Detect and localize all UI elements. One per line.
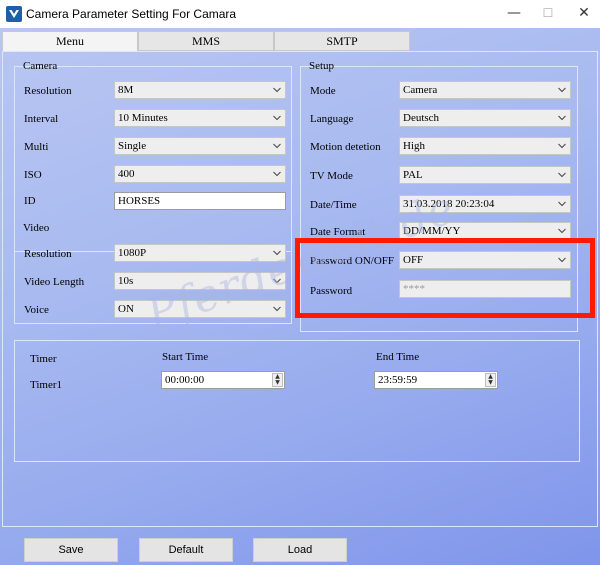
multi-label: Multi — [24, 141, 49, 153]
timer-title: Timer — [30, 353, 57, 365]
language-label: Language — [310, 113, 354, 125]
chevron-down-icon — [273, 87, 281, 93]
tab-menu[interactable]: Menu — [2, 31, 138, 52]
default-button[interactable]: Default — [139, 538, 233, 562]
title-bar: Camera Parameter Setting For Camara — ☐ … — [0, 0, 600, 28]
camera-resolution-select[interactable]: 8M — [114, 81, 286, 99]
video-resolution-value: 1080P — [118, 247, 147, 259]
chevron-down-icon — [558, 143, 566, 149]
video-length-value: 10s — [118, 275, 134, 287]
id-label: ID — [24, 195, 36, 207]
chevron-down-icon — [558, 87, 566, 93]
tv-mode-select[interactable]: PAL — [399, 166, 571, 184]
mode-select[interactable]: Camera — [399, 81, 571, 99]
app-icon — [6, 6, 22, 22]
end-time-value: 23:59:59 — [378, 374, 418, 386]
maximize-button[interactable]: ☐ — [538, 4, 558, 22]
start-time-value: 00:00:00 — [165, 374, 205, 386]
voice-label: Voice — [24, 304, 49, 316]
highlight-box — [295, 238, 595, 318]
id-input[interactable]: HORSES — [114, 192, 286, 210]
video-resolution-label: Resolution — [24, 248, 72, 260]
video-group-title: Video — [23, 222, 50, 234]
setup-group-title: Setup — [309, 60, 335, 72]
start-time-label: Start Time — [162, 351, 209, 363]
motion-detection-select[interactable]: High — [399, 137, 571, 155]
tv-mode-value: PAL — [403, 169, 423, 181]
camera-resolution-value: 8M — [118, 84, 134, 96]
tab-strip: Menu MMS SMTP — [2, 31, 410, 52]
close-button[interactable]: ✕ — [574, 4, 594, 22]
language-value: Deutsch — [403, 112, 440, 124]
tab-smtp[interactable]: SMTP — [274, 31, 410, 51]
multi-select[interactable]: Single — [114, 137, 286, 155]
timer1-label: Timer1 — [30, 379, 62, 391]
spin-updown-icon[interactable]: ▲ ▼ — [272, 373, 283, 387]
camera-group-title: Camera — [23, 60, 58, 72]
chevron-down-icon — [558, 115, 566, 121]
date-time-label: Date/Time — [310, 199, 357, 211]
save-button[interactable]: Save — [24, 538, 118, 562]
motion-detection-value: High — [403, 140, 425, 152]
mode-value: Camera — [403, 84, 438, 96]
camera-resolution-label: Resolution — [24, 85, 72, 97]
spin-updown-icon[interactable]: ▲ ▼ — [485, 373, 496, 387]
minimize-button[interactable]: — — [504, 4, 524, 22]
end-time-label: End Time — [376, 351, 420, 363]
end-time-input[interactable]: 23:59:59 ▲ ▼ — [374, 371, 498, 389]
tab-mms[interactable]: MMS — [138, 31, 274, 51]
multi-value: Single — [118, 140, 147, 152]
mode-label: Mode — [310, 85, 336, 97]
window-title: Camera Parameter Setting For Camara — [26, 7, 237, 21]
chevron-down-icon — [558, 172, 566, 178]
interval-label: Interval — [24, 113, 59, 125]
video-length-label: Video Length — [24, 276, 85, 288]
voice-value: ON — [118, 303, 134, 315]
interval-select[interactable]: 10 Minutes — [114, 109, 286, 127]
iso-value: 400 — [118, 168, 135, 180]
iso-label: ISO — [24, 169, 42, 181]
chevron-down-icon — [558, 228, 566, 234]
chevron-down-icon — [273, 306, 281, 312]
chevron-down-icon — [273, 115, 281, 121]
iso-select[interactable]: 400 — [114, 165, 286, 183]
chevron-down-icon — [273, 143, 281, 149]
motion-detection-label: Motion detetion — [310, 141, 381, 153]
start-time-input[interactable]: 00:00:00 ▲ ▼ — [161, 371, 285, 389]
language-select[interactable]: Deutsch — [399, 109, 571, 127]
chevron-down-icon — [558, 201, 566, 207]
tv-mode-label: TV Mode — [310, 170, 353, 182]
interval-value: 10 Minutes — [118, 112, 168, 124]
chevron-down-icon — [273, 171, 281, 177]
timer-group — [14, 340, 580, 462]
load-button[interactable]: Load — [253, 538, 347, 562]
